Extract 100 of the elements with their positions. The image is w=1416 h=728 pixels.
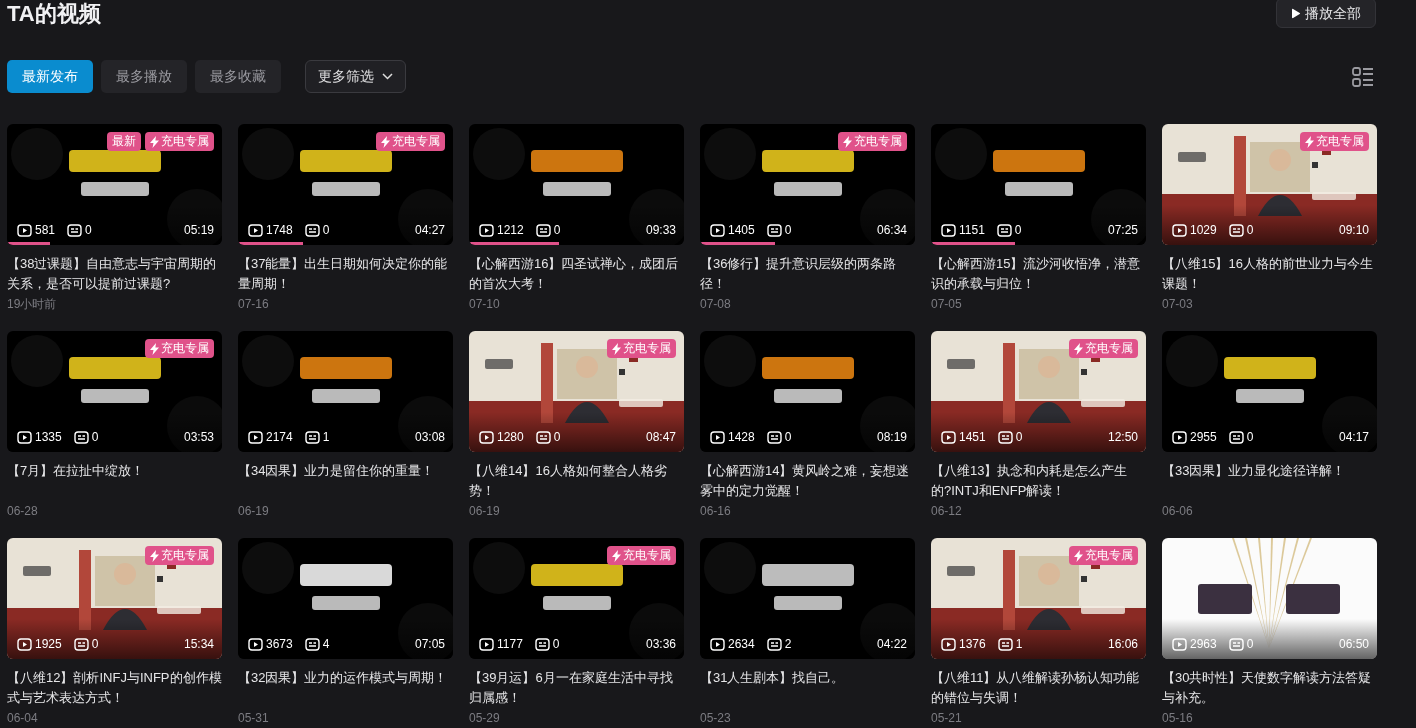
duration: 12:50 xyxy=(1107,429,1138,446)
upload-date: 06-28 xyxy=(7,503,39,520)
list-view-icon[interactable] xyxy=(1352,66,1374,87)
video-title[interactable]: 【38过课题】自由意志与宇宙周期的关系，是否可以提前过课题? xyxy=(7,254,222,294)
play-all-button[interactable]: 播放全部 xyxy=(1276,0,1376,28)
play-count-icon xyxy=(479,637,494,651)
play-count-icon xyxy=(17,637,32,651)
play-count: 1212 xyxy=(497,222,524,239)
video-title[interactable]: 【心解西游15】流沙河收悟净，潜意识的承载与归位！ xyxy=(931,254,1146,294)
charge-badge: 充电专属 xyxy=(1300,132,1369,151)
video-title[interactable]: 【31人生剧本】找自己。 xyxy=(700,668,915,708)
play-count: 2963 xyxy=(1190,636,1217,653)
play-count-icon xyxy=(479,430,494,444)
danmaku-count: 0 xyxy=(1246,636,1254,653)
play-count-icon xyxy=(710,637,725,651)
charge-badge: 充电专属 xyxy=(838,132,907,151)
play-count: 1428 xyxy=(728,429,755,446)
upload-date: 07-08 xyxy=(700,296,732,313)
duration: 03:53 xyxy=(183,429,214,446)
danmaku-count: 4 xyxy=(322,636,330,653)
danmaku-icon xyxy=(73,430,89,444)
video-title[interactable]: 【八维12】剖析INFJ与INFP的创作模式与艺术表达方式！ xyxy=(7,668,222,708)
video-title[interactable]: 【八维11】从八维解读孙杨认知功能的错位与失调！ xyxy=(931,668,1146,708)
play-count: 1335 xyxy=(35,429,62,446)
video-title[interactable]: 【心解西游14】黄风岭之难，妄想迷雾中的定力觉醒！ xyxy=(700,461,915,501)
play-count-icon xyxy=(479,223,494,237)
danmaku-icon xyxy=(997,637,1013,651)
danmaku-count: 0 xyxy=(91,429,99,446)
duration: 15:34 xyxy=(183,636,214,653)
play-count-icon xyxy=(248,223,263,237)
danmaku-count: 0 xyxy=(1014,222,1022,239)
charge-badge: 充电专属 xyxy=(1069,546,1138,565)
danmaku-icon xyxy=(766,637,782,651)
danmaku-icon xyxy=(766,430,782,444)
danmaku-icon xyxy=(73,637,89,651)
video-title[interactable]: 【36修行】提升意识层级的两条路径！ xyxy=(700,254,915,294)
duration: 03:36 xyxy=(645,636,676,653)
play-count-icon xyxy=(1172,223,1187,237)
danmaku-count: 0 xyxy=(784,429,792,446)
video-title[interactable]: 【7月】在拉扯中绽放！ xyxy=(7,461,222,501)
video-title[interactable]: 【37能量】出生日期如何决定你的能量周期！ xyxy=(238,254,453,294)
play-count: 3673 xyxy=(266,636,293,653)
upload-date: 19小时前 xyxy=(7,296,58,313)
danmaku-count: 0 xyxy=(552,636,560,653)
play-count-icon xyxy=(710,223,725,237)
danmaku-count: 0 xyxy=(1246,222,1254,239)
video-title[interactable]: 【八维14】16人格如何整合人格劣势！ xyxy=(469,461,684,501)
play-count: 1748 xyxy=(266,222,293,239)
duration: 04:17 xyxy=(1338,429,1369,446)
play-count-icon xyxy=(17,430,32,444)
duration: 07:25 xyxy=(1107,222,1138,239)
danmaku-count: 0 xyxy=(91,636,99,653)
play-count: 1925 xyxy=(35,636,62,653)
lightning-icon xyxy=(1074,549,1083,562)
danmaku-count: 0 xyxy=(784,222,792,239)
upload-date: 06-19 xyxy=(238,503,270,520)
duration: 03:08 xyxy=(414,429,445,446)
danmaku-icon xyxy=(1228,430,1244,444)
danmaku-icon xyxy=(1228,637,1244,651)
play-count: 2955 xyxy=(1190,429,1217,446)
upload-date: 06-04 xyxy=(7,710,39,727)
lightning-icon xyxy=(1305,135,1314,148)
duration: 08:19 xyxy=(876,429,907,446)
upload-date: 07-05 xyxy=(931,296,963,313)
upload-date: 05-31 xyxy=(238,710,270,727)
duration: 04:22 xyxy=(876,636,907,653)
danmaku-icon xyxy=(304,637,320,651)
danmaku-count: 0 xyxy=(553,222,561,239)
danmaku-icon xyxy=(535,223,551,237)
video-title[interactable]: 【八维15】16人格的前世业力与今生课题！ xyxy=(1162,254,1377,294)
lightning-icon xyxy=(381,135,390,148)
sort-tab[interactable]: 最多收藏 xyxy=(195,60,281,93)
danmaku-count: 2 xyxy=(784,636,792,653)
video-title[interactable]: 【心解西游16】四圣试禅心，成团后的首次大考！ xyxy=(469,254,684,294)
video-title[interactable]: 【32因果】业力的运作模式与周期！ xyxy=(238,668,453,708)
more-filters-dropdown[interactable]: 更多筛选 xyxy=(305,60,406,93)
video-title[interactable]: 【34因果】业力是留住你的重量！ xyxy=(238,461,453,501)
page-title: TA的视频 xyxy=(7,0,101,28)
video-title[interactable]: 【八维13】执念和内耗是怎么产生的?INTJ和ENFP解读！ xyxy=(931,461,1146,501)
play-count: 1280 xyxy=(497,429,524,446)
sort-tab[interactable]: 最多播放 xyxy=(101,60,187,93)
play-count-icon xyxy=(17,223,32,237)
video-title[interactable]: 【33因果】业力显化途径详解！ xyxy=(1162,461,1377,501)
play-count-icon xyxy=(941,223,956,237)
upload-date: 06-12 xyxy=(931,503,963,520)
danmaku-icon xyxy=(766,223,782,237)
danmaku-count: 0 xyxy=(322,222,330,239)
sort-tab[interactable]: 最新发布 xyxy=(7,60,93,93)
charge-badge: 充电专属 xyxy=(607,546,676,565)
charge-badge: 充电专属 xyxy=(376,132,445,151)
danmaku-icon xyxy=(304,223,320,237)
play-count: 1405 xyxy=(728,222,755,239)
new-badge: 最新 xyxy=(107,132,141,151)
video-title[interactable]: 【39月运】6月一在家庭生活中寻找归属感！ xyxy=(469,668,684,708)
play-count-icon xyxy=(1172,430,1187,444)
duration: 09:10 xyxy=(1338,222,1369,239)
video-title[interactable]: 【30共时性】天使数字解读方法答疑与补充。 xyxy=(1162,668,1377,708)
lightning-icon xyxy=(1074,342,1083,355)
duration: 05:19 xyxy=(183,222,214,239)
charge-badge: 充电专属 xyxy=(607,339,676,358)
